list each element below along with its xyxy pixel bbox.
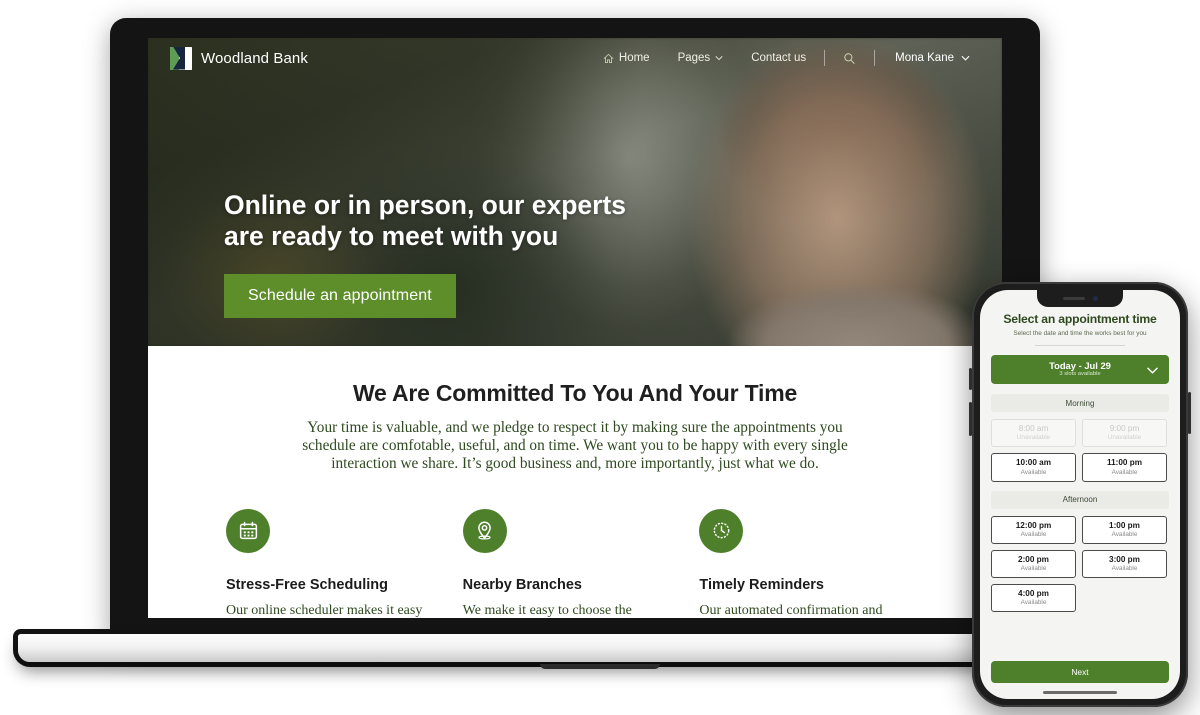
time-slot-state: Available <box>1111 468 1138 476</box>
search-icon <box>843 52 856 65</box>
commitment-section: We Are Committed To You And Your Time Yo… <box>148 346 1002 473</box>
feature-body: Our online scheduler makes it easy to ge… <box>226 602 423 618</box>
time-slot-time: 10:00 am <box>1015 458 1052 468</box>
time-slot-state: Unavailable <box>1016 434 1051 442</box>
chevron-down-icon <box>715 55 723 61</box>
section-heading-morning: Morning <box>991 394 1169 412</box>
map-pin-icon <box>462 508 507 553</box>
date-picker-button[interactable]: Today - Jul 29 3 slots available <box>991 355 1169 384</box>
time-slot-state: Available <box>1020 530 1047 538</box>
time-slot[interactable]: 10:00 am Available <box>991 453 1076 482</box>
date-picker-label: Today - Jul 29 <box>1049 360 1111 372</box>
time-slot-state: Unavailable <box>1107 434 1142 442</box>
hero-section: Woodland Bank Home Pages Contact us Mona… <box>148 38 1002 346</box>
phone-front-camera <box>1092 296 1098 301</box>
commitment-title: We Are Committed To You And Your Time <box>352 380 798 406</box>
time-slot-state: Available <box>1020 468 1047 476</box>
laptop-device-frame: Woodland Bank Home Pages Contact us Mona… <box>110 18 1040 642</box>
time-slot-time: 4:00 pm <box>1018 589 1049 598</box>
user-name-label: Mona Kane <box>895 52 954 64</box>
slot-grid-afternoon: 12:00 pm Available 1:00 pm Available 2:0… <box>991 515 1169 613</box>
nav-item-contact-label: Contact us <box>751 52 807 64</box>
features-row: Stress-Free Scheduling Our online schedu… <box>148 473 1002 618</box>
slot-grid-morning: 8:00 am Unavailable 9:00 pm Unavailable … <box>991 419 1169 482</box>
time-slot-time: 8:00 am <box>1018 424 1049 433</box>
commitment-body: Your time is valuable, and we pledge to … <box>302 419 848 472</box>
time-slot-time: 2:00 pm <box>1018 554 1049 564</box>
phone-notch <box>1037 290 1123 307</box>
nav-links: Home Pages Contact us Mona Kane <box>589 50 980 66</box>
time-slot[interactable]: 12:00 pm Available <box>991 515 1076 544</box>
chevron-down-icon <box>961 55 970 61</box>
time-slot[interactable]: 1:00 pm Available <box>1082 515 1167 544</box>
feature-body: Our automated confirmation and reminder … <box>699 602 883 618</box>
woodland-logo-mark-icon <box>170 46 192 70</box>
time-slot-state: Available <box>1111 565 1138 572</box>
date-picker-slots-count: 3 slots available <box>1059 371 1101 378</box>
brand-name: Woodland Bank <box>201 49 308 67</box>
time-slot: 9:00 pm Unavailable <box>1082 419 1167 448</box>
nav-item-home[interactable]: Home <box>589 52 664 64</box>
time-slot-state: Available <box>1020 565 1047 572</box>
chevron-down-icon <box>1147 361 1158 379</box>
nav-item-pages[interactable]: Pages <box>664 52 738 64</box>
home-icon <box>603 53 614 64</box>
search-button[interactable] <box>829 52 870 65</box>
nav-item-home-label: Home <box>618 52 650 64</box>
nav-item-pages-label: Pages <box>677 52 711 64</box>
feature-title: Timely Reminders <box>699 576 824 593</box>
nav-divider-right <box>874 50 876 66</box>
time-slot: 8:00 am Unavailable <box>991 419 1076 448</box>
time-slot[interactable]: 11:00 pm Available <box>1082 453 1167 482</box>
time-slot[interactable]: 4:00 pm Available <box>991 584 1076 613</box>
feature-card: Nearby Branches We make it easy to choos… <box>462 508 700 618</box>
phone-screen: Select an appointment time Select the da… <box>980 290 1180 699</box>
hero-heading: Online or in person, our experts are read… <box>224 190 626 252</box>
phone-volume-up-button[interactable] <box>969 368 972 390</box>
calendar-icon <box>226 508 270 553</box>
app-title: Select an appointment time <box>1003 312 1157 326</box>
feature-title: Stress-Free Scheduling <box>226 576 388 593</box>
app-divider <box>1035 345 1125 346</box>
time-slot-time: 9:00 pm <box>1109 424 1140 433</box>
time-slot[interactable]: 3:00 pm Available <box>1082 549 1167 578</box>
brand-logo[interactable]: Woodland Bank <box>170 46 308 70</box>
laptop-base-notch <box>540 664 660 669</box>
feature-body: We make it easy to choose the location t… <box>462 602 632 618</box>
time-slot-time: 3:00 pm <box>1109 554 1140 564</box>
website-page: Woodland Bank Home Pages Contact us Mona… <box>148 38 1002 618</box>
time-slot-state: Available <box>1020 599 1047 607</box>
next-button[interactable]: Next <box>991 661 1169 683</box>
phone-speaker <box>1062 297 1085 300</box>
section-heading-afternoon: Afternoon <box>991 490 1169 509</box>
time-slot[interactable]: 2:00 pm Available <box>991 549 1076 578</box>
user-menu[interactable]: Mona Kane <box>879 52 980 64</box>
phone-power-button[interactable] <box>1188 392 1191 434</box>
nav-divider-left <box>824 50 826 66</box>
site-navigation-bar: Woodland Bank Home Pages Contact us Mona… <box>148 38 1002 78</box>
time-slot-time: 12:00 pm <box>1015 520 1052 530</box>
hero-heading-line1: Online or in person, our experts <box>224 190 626 220</box>
mockup-stage: Woodland Bank Home Pages Contact us Mona… <box>0 0 1200 715</box>
hero-copy-block: Online or in person, our experts are read… <box>224 190 626 318</box>
feature-title: Nearby Branches <box>462 576 582 593</box>
feature-card: Stress-Free Scheduling Our online schedu… <box>226 508 463 618</box>
time-slot-state: Available <box>1111 530 1138 538</box>
phone-home-indicator <box>1043 691 1117 694</box>
phone-device-frame: Select an appointment time Select the da… <box>969 282 1191 707</box>
phone-volume-down-button[interactable] <box>969 402 972 436</box>
feature-card: Timely Reminders Our automated confirmat… <box>699 508 936 618</box>
time-slot-time: 1:00 pm <box>1109 520 1140 530</box>
appointment-app: Select an appointment time Select the da… <box>980 290 1180 699</box>
laptop-screen: Woodland Bank Home Pages Contact us Mona… <box>148 38 1002 618</box>
clock-icon <box>699 508 744 553</box>
app-subtitle: Select the date and time the works best … <box>1013 330 1147 337</box>
time-slot-time: 11:00 pm <box>1106 458 1143 468</box>
schedule-appointment-button[interactable]: Schedule an appointment <box>224 274 456 318</box>
hero-heading-line2: are ready to meet with you <box>224 221 559 251</box>
nav-item-contact-us[interactable]: Contact us <box>737 52 820 64</box>
laptop-base <box>18 634 1060 662</box>
